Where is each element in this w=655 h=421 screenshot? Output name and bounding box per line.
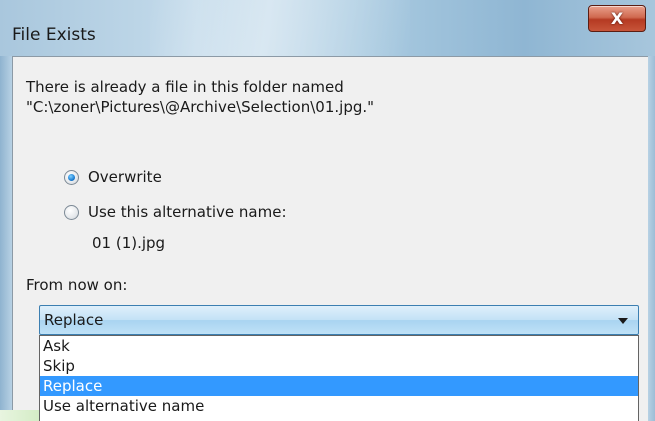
overwrite-label: Overwrite <box>88 168 162 186</box>
dropdown-list: Ask Skip Replace Use alternative name <box>39 335 639 421</box>
alternative-name-value: 01 (1).jpg <box>92 234 166 252</box>
from-now-on-label: From now on: <box>26 276 128 294</box>
alternative-name-option[interactable]: Use this alternative name: <box>64 201 287 223</box>
alternative-name-radio[interactable] <box>64 204 79 220</box>
overwrite-radio[interactable] <box>64 169 79 185</box>
dropdown-option-ask[interactable]: Ask <box>40 336 638 356</box>
dropdown-option-skip[interactable]: Skip <box>40 356 638 376</box>
close-icon: X <box>610 9 624 28</box>
dropdown-option-replace[interactable]: Replace <box>40 376 638 396</box>
window-title: File Exists <box>12 25 96 45</box>
window-frame-left <box>0 56 12 421</box>
background-fragment <box>0 410 39 421</box>
title-bar-sheen <box>150 0 410 56</box>
from-now-on-dropdown[interactable]: Replace <box>39 305 639 335</box>
close-button[interactable]: X <box>588 5 646 32</box>
message-line-1: There is already a file in this folder n… <box>26 78 344 96</box>
overwrite-option[interactable]: Overwrite <box>64 166 162 188</box>
dropdown-option-use-alternative-name[interactable]: Use alternative name <box>40 396 638 416</box>
alternative-name-label: Use this alternative name: <box>88 203 287 221</box>
message-line-2: "C:\zoner\Pictures\@Archive\Selection\01… <box>26 98 375 116</box>
dropdown-selected-value: Replace <box>44 311 104 329</box>
message-text: There is already a file in this folder n… <box>26 77 586 117</box>
title-bar: File Exists X <box>0 0 655 56</box>
window-frame-right <box>648 56 655 421</box>
chevron-down-icon[interactable] <box>618 318 628 324</box>
